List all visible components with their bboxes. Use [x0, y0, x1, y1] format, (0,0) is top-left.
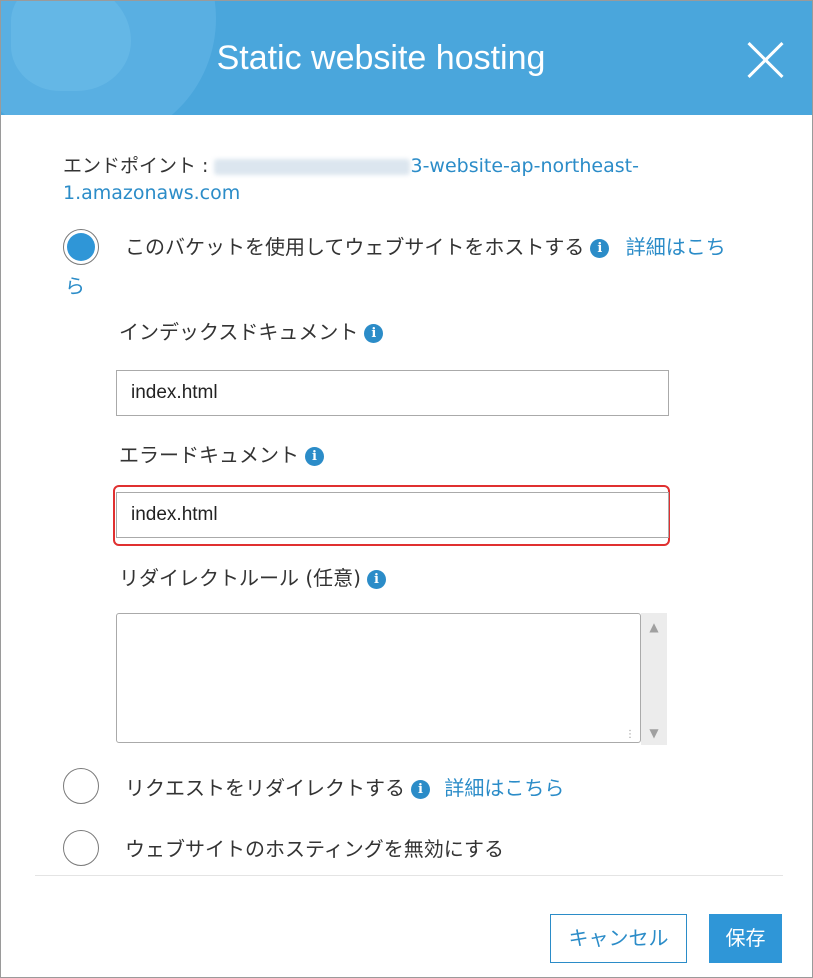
redirect-requests-option: リクエストをリダイレクトする i 詳細はこちら	[125, 772, 564, 801]
error-document-label-text: エラードキュメント	[119, 443, 299, 467]
save-button[interactable]: 保存	[709, 914, 782, 963]
redirect-requests-label: リクエストをリダイレクトする	[125, 776, 405, 800]
info-icon[interactable]: i	[366, 570, 386, 589]
error-document-label: エラードキュメント i	[119, 439, 324, 468]
host-website-label: このバケットを使用してウェブサイトをホストする	[125, 235, 585, 259]
endpoint-url-part1[interactable]: 3-website-ap-northeast-	[410, 155, 638, 177]
index-document-label-text: インデックスドキュメント	[119, 320, 359, 344]
info-icon[interactable]: i	[364, 324, 384, 343]
disable-hosting-radio[interactable]	[63, 830, 99, 866]
close-icon[interactable]	[744, 39, 786, 81]
host-website-option: このバケットを使用してウェブサイトをホストする i 詳細はこち	[125, 231, 726, 260]
dialog-title: Static website hosting	[216, 39, 546, 77]
static-website-hosting-dialog: Static website hosting エンドポイント : 3-websi…	[0, 0, 813, 978]
scroll-up-icon[interactable]: ▲	[641, 615, 667, 639]
scroll-down-icon[interactable]: ▼	[641, 721, 667, 745]
info-icon[interactable]: i	[411, 780, 430, 799]
redacted-bucket-name	[214, 158, 411, 175]
host-more-link[interactable]: 詳細はこち	[626, 235, 726, 259]
endpoint-row: エンドポイント : 3-website-ap-northeast- 1.amaz…	[63, 153, 683, 207]
cancel-button[interactable]: キャンセル	[550, 914, 687, 963]
index-document-label: インデックスドキュメント i	[119, 316, 384, 345]
redirect-more-link[interactable]: 詳細はこちら	[444, 776, 564, 800]
dialog-header: Static website hosting	[1, 1, 812, 115]
info-icon[interactable]: i	[590, 239, 610, 258]
host-website-radio[interactable]	[63, 229, 99, 265]
endpoint-url-part2[interactable]: 1.amazonaws.com	[63, 182, 240, 204]
error-document-input[interactable]: index.html	[116, 492, 669, 538]
footer-divider	[35, 875, 783, 876]
info-icon[interactable]: i	[305, 447, 324, 466]
redirect-rules-textarea[interactable]	[116, 613, 641, 743]
endpoint-label: エンドポイント :	[63, 155, 215, 177]
resize-grip-icon[interactable]: ⋮	[625, 729, 637, 741]
redirect-rules-label-text: リダイレクトルール (任意)	[119, 566, 361, 590]
redirect-requests-radio[interactable]	[63, 768, 99, 804]
host-more-link-wrap[interactable]: ら	[65, 270, 85, 299]
disable-hosting-label: ウェブサイトのホスティングを無効にする	[125, 837, 504, 861]
redirect-rules-label: リダイレクトルール (任意) i	[119, 562, 386, 591]
index-document-input[interactable]: index.html	[116, 370, 669, 416]
textarea-scrollbar[interactable]: ▲ ▼	[641, 613, 667, 745]
